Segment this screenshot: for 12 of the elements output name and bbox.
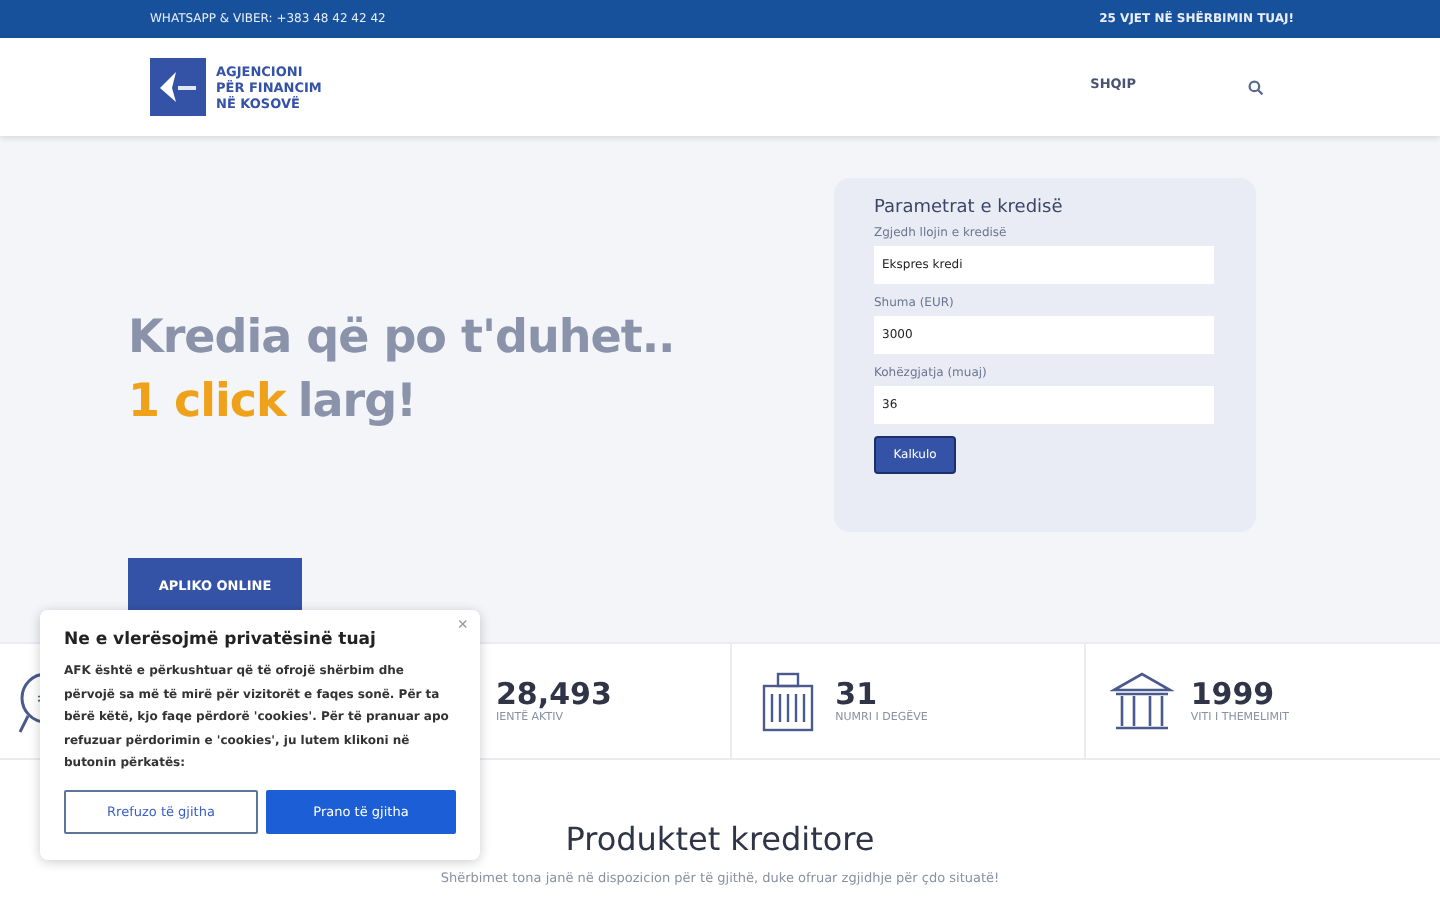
cookie-title: Ne e vlerësojmë privatësinë tuaj xyxy=(64,630,378,650)
logo-icon[interactable] xyxy=(150,58,206,116)
stat-value: 28,493 xyxy=(496,678,612,712)
calculator-title: Parametrat e kredisë xyxy=(874,198,1065,218)
hero-highlight: 1 click xyxy=(128,374,286,432)
hero-title: Kredia që po t'duhet.. xyxy=(128,310,675,368)
temple-icon xyxy=(1110,669,1175,733)
stat-value: 1999 xyxy=(1190,678,1277,712)
hero-title: larg! xyxy=(297,374,417,432)
search-icon[interactable] xyxy=(1248,79,1264,95)
section-title: Produktet kreditore xyxy=(565,820,875,858)
stat-value: 31 xyxy=(835,678,880,712)
